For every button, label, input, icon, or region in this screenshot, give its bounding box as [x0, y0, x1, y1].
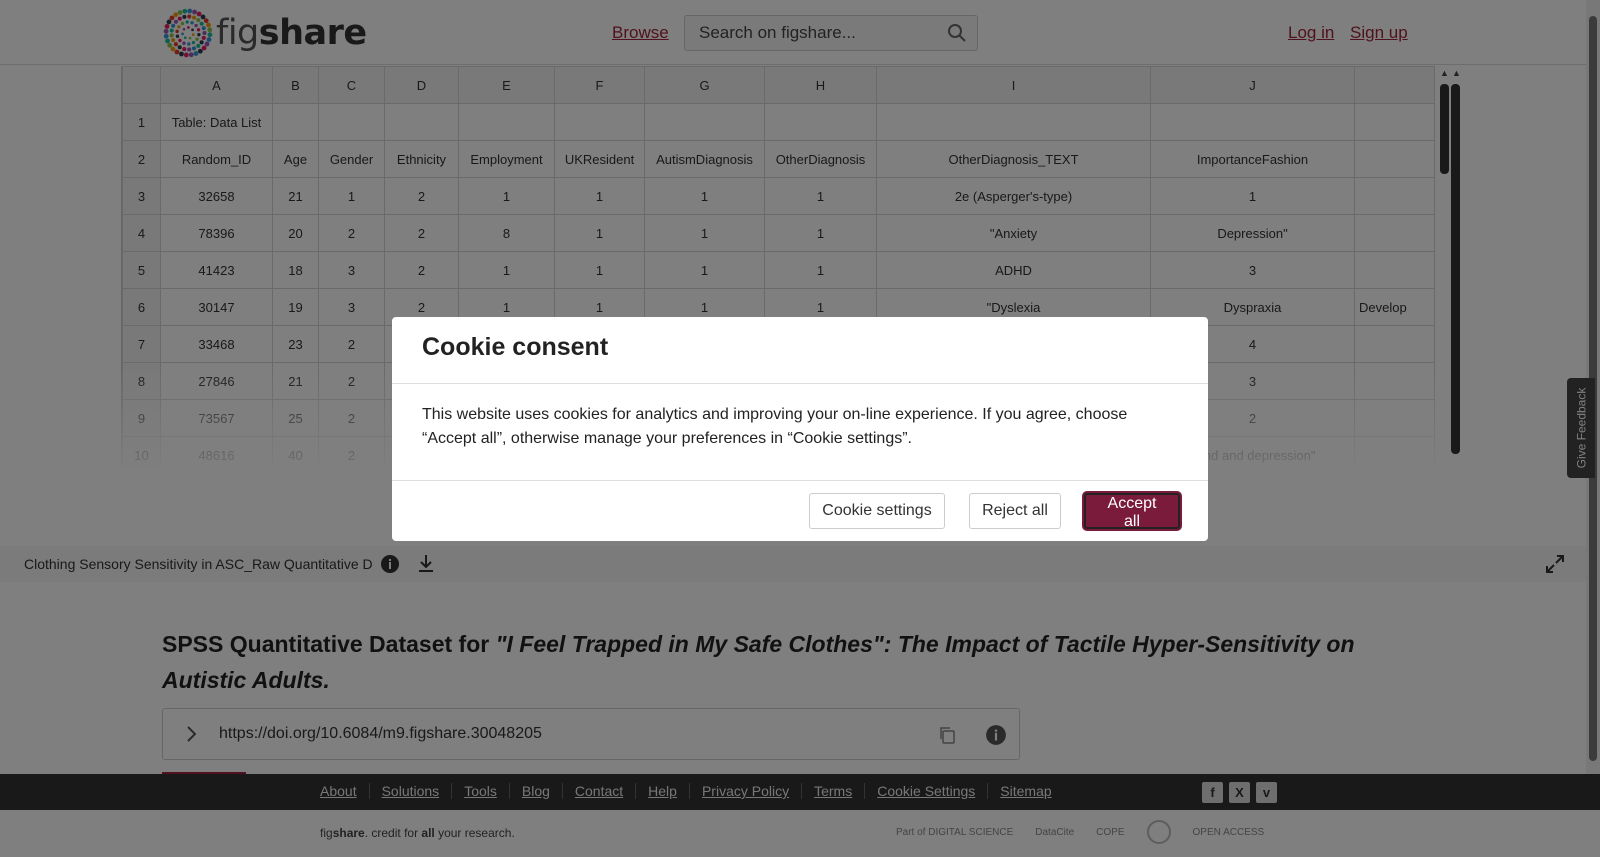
cookie-settings-button[interactable]: Cookie settings	[809, 493, 945, 529]
divider	[392, 383, 1208, 384]
divider	[392, 480, 1208, 481]
cookie-consent-dialog: Cookie consent This website uses cookies…	[392, 317, 1208, 541]
accept-all-button[interactable]: Accept all	[1084, 493, 1180, 530]
dialog-body: This website uses cookies for analytics …	[422, 406, 1128, 447]
reject-all-button[interactable]: Reject all	[969, 493, 1061, 529]
dialog-title: Cookie consent	[422, 333, 609, 361]
